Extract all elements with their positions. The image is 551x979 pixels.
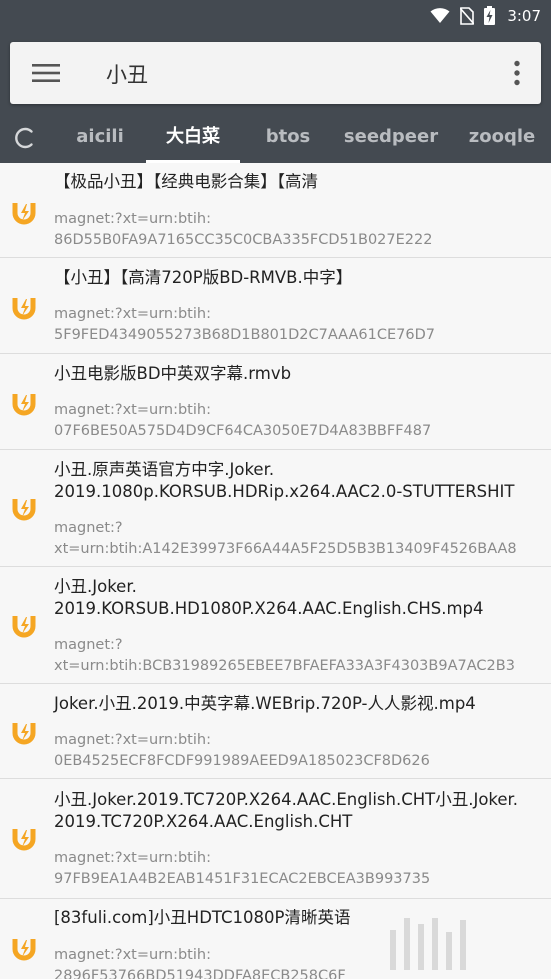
list-item[interactable]: Joker.小丑.2019.中英字幕.WEBrip.720P-人人影视.mp4 … bbox=[0, 684, 551, 779]
magnet-icon bbox=[12, 829, 36, 851]
magnet-icon bbox=[12, 499, 36, 521]
more-vert-icon[interactable] bbox=[513, 60, 521, 86]
source-tabs: aicili 大白菜 btos seedpeer zooqle bbox=[0, 115, 551, 163]
hamburger-menu-icon[interactable] bbox=[32, 62, 60, 84]
tab-zooqle[interactable]: zooqle bbox=[458, 115, 546, 163]
app-bar: 小丑 bbox=[0, 33, 551, 115]
magnet-icon bbox=[12, 939, 36, 961]
search-query[interactable]: 小丑 bbox=[106, 59, 148, 89]
battery-charging-icon bbox=[484, 6, 496, 25]
magnet-icon bbox=[12, 723, 36, 745]
magnet-link: magnet:?xt=urn:btih: 5F9FED4349055273B68… bbox=[54, 306, 436, 343]
result-title: 小丑电影版BD中英双字幕.rmvb bbox=[54, 364, 292, 383]
result-title: Joker.小丑.2019.中英字幕.WEBrip.720P-人人影视.mp4 bbox=[54, 694, 476, 713]
tab-btos[interactable]: btos bbox=[252, 115, 324, 163]
list-item[interactable]: 小丑.Joker.2019.TC720P.X264.AAC.English.CH… bbox=[0, 779, 551, 899]
magnet-link: magnet:?xt=urn:btih: 97FB9EA1A4B2EAB1451… bbox=[54, 850, 431, 887]
list-item[interactable]: 小丑.原声英语官方中字.Joker. 2019.1080p.KORSUB.HDR… bbox=[0, 450, 551, 567]
tab-dabaicai[interactable]: 大白菜 bbox=[146, 115, 240, 163]
magnet-icon bbox=[12, 298, 36, 320]
tab-seedpeer[interactable]: seedpeer bbox=[340, 115, 442, 163]
status-bar: 3:07 bbox=[0, 0, 551, 33]
result-title: 小丑.原声英语官方中字.Joker. 2019.1080p.KORSUB.HDR… bbox=[54, 460, 515, 501]
magnet-link: magnet:? xt=urn:btih:BCB31989265EBEE7BFA… bbox=[54, 637, 515, 674]
tab-aicili[interactable]: aicili bbox=[62, 115, 138, 163]
magnet-link: magnet:? xt=urn:btih:A142E39973F66A44A5F… bbox=[54, 520, 517, 557]
list-item[interactable]: 小丑.Joker. 2019.KORSUB.HD1080P.X264.AAC.E… bbox=[0, 567, 551, 684]
wifi-icon bbox=[430, 7, 450, 23]
search-bar[interactable]: 小丑 bbox=[10, 42, 541, 104]
list-item[interactable]: 【小丑】【高清720P版BD-RMVB.中字】 magnet:?xt=urn:b… bbox=[0, 258, 551, 354]
magnet-icon bbox=[12, 203, 36, 225]
results-list: 【极品小丑】【经典电影合集】【高清 magnet:?xt=urn:btih: 8… bbox=[0, 163, 551, 979]
no-sim-icon bbox=[460, 6, 475, 25]
result-title: 【小丑】【高清720P版BD-RMVB.中字】 bbox=[54, 268, 353, 287]
magnet-link: magnet:?xt=urn:btih: 0EB4525ECF8FCDF9919… bbox=[54, 732, 430, 769]
magnet-link: magnet:?xt=urn:btih: 07F6BE50A575D4D9CF6… bbox=[54, 402, 432, 439]
magnet-link: magnet:?xt=urn:btih: 86D55B0FA9A7165CC35… bbox=[54, 211, 433, 248]
status-icons: 3:07 bbox=[430, 6, 541, 25]
result-title: 【极品小丑】【经典电影合集】【高清 bbox=[54, 172, 318, 191]
loading-spinner-icon bbox=[15, 127, 33, 149]
list-item[interactable]: 小丑电影版BD中英双字幕.rmvb magnet:?xt=urn:btih: 0… bbox=[0, 354, 551, 450]
magnet-icon bbox=[12, 394, 36, 416]
magnet-icon bbox=[12, 616, 36, 638]
list-item[interactable]: 【极品小丑】【经典电影合集】【高清 magnet:?xt=urn:btih: 8… bbox=[0, 163, 551, 258]
result-title: 小丑.Joker.2019.TC720P.X264.AAC.English.CH… bbox=[54, 790, 519, 831]
watermark-logo bbox=[390, 918, 466, 970]
result-title: 小丑.Joker. 2019.KORSUB.HD1080P.X264.AAC.E… bbox=[54, 577, 484, 618]
status-time: 3:07 bbox=[507, 6, 541, 25]
